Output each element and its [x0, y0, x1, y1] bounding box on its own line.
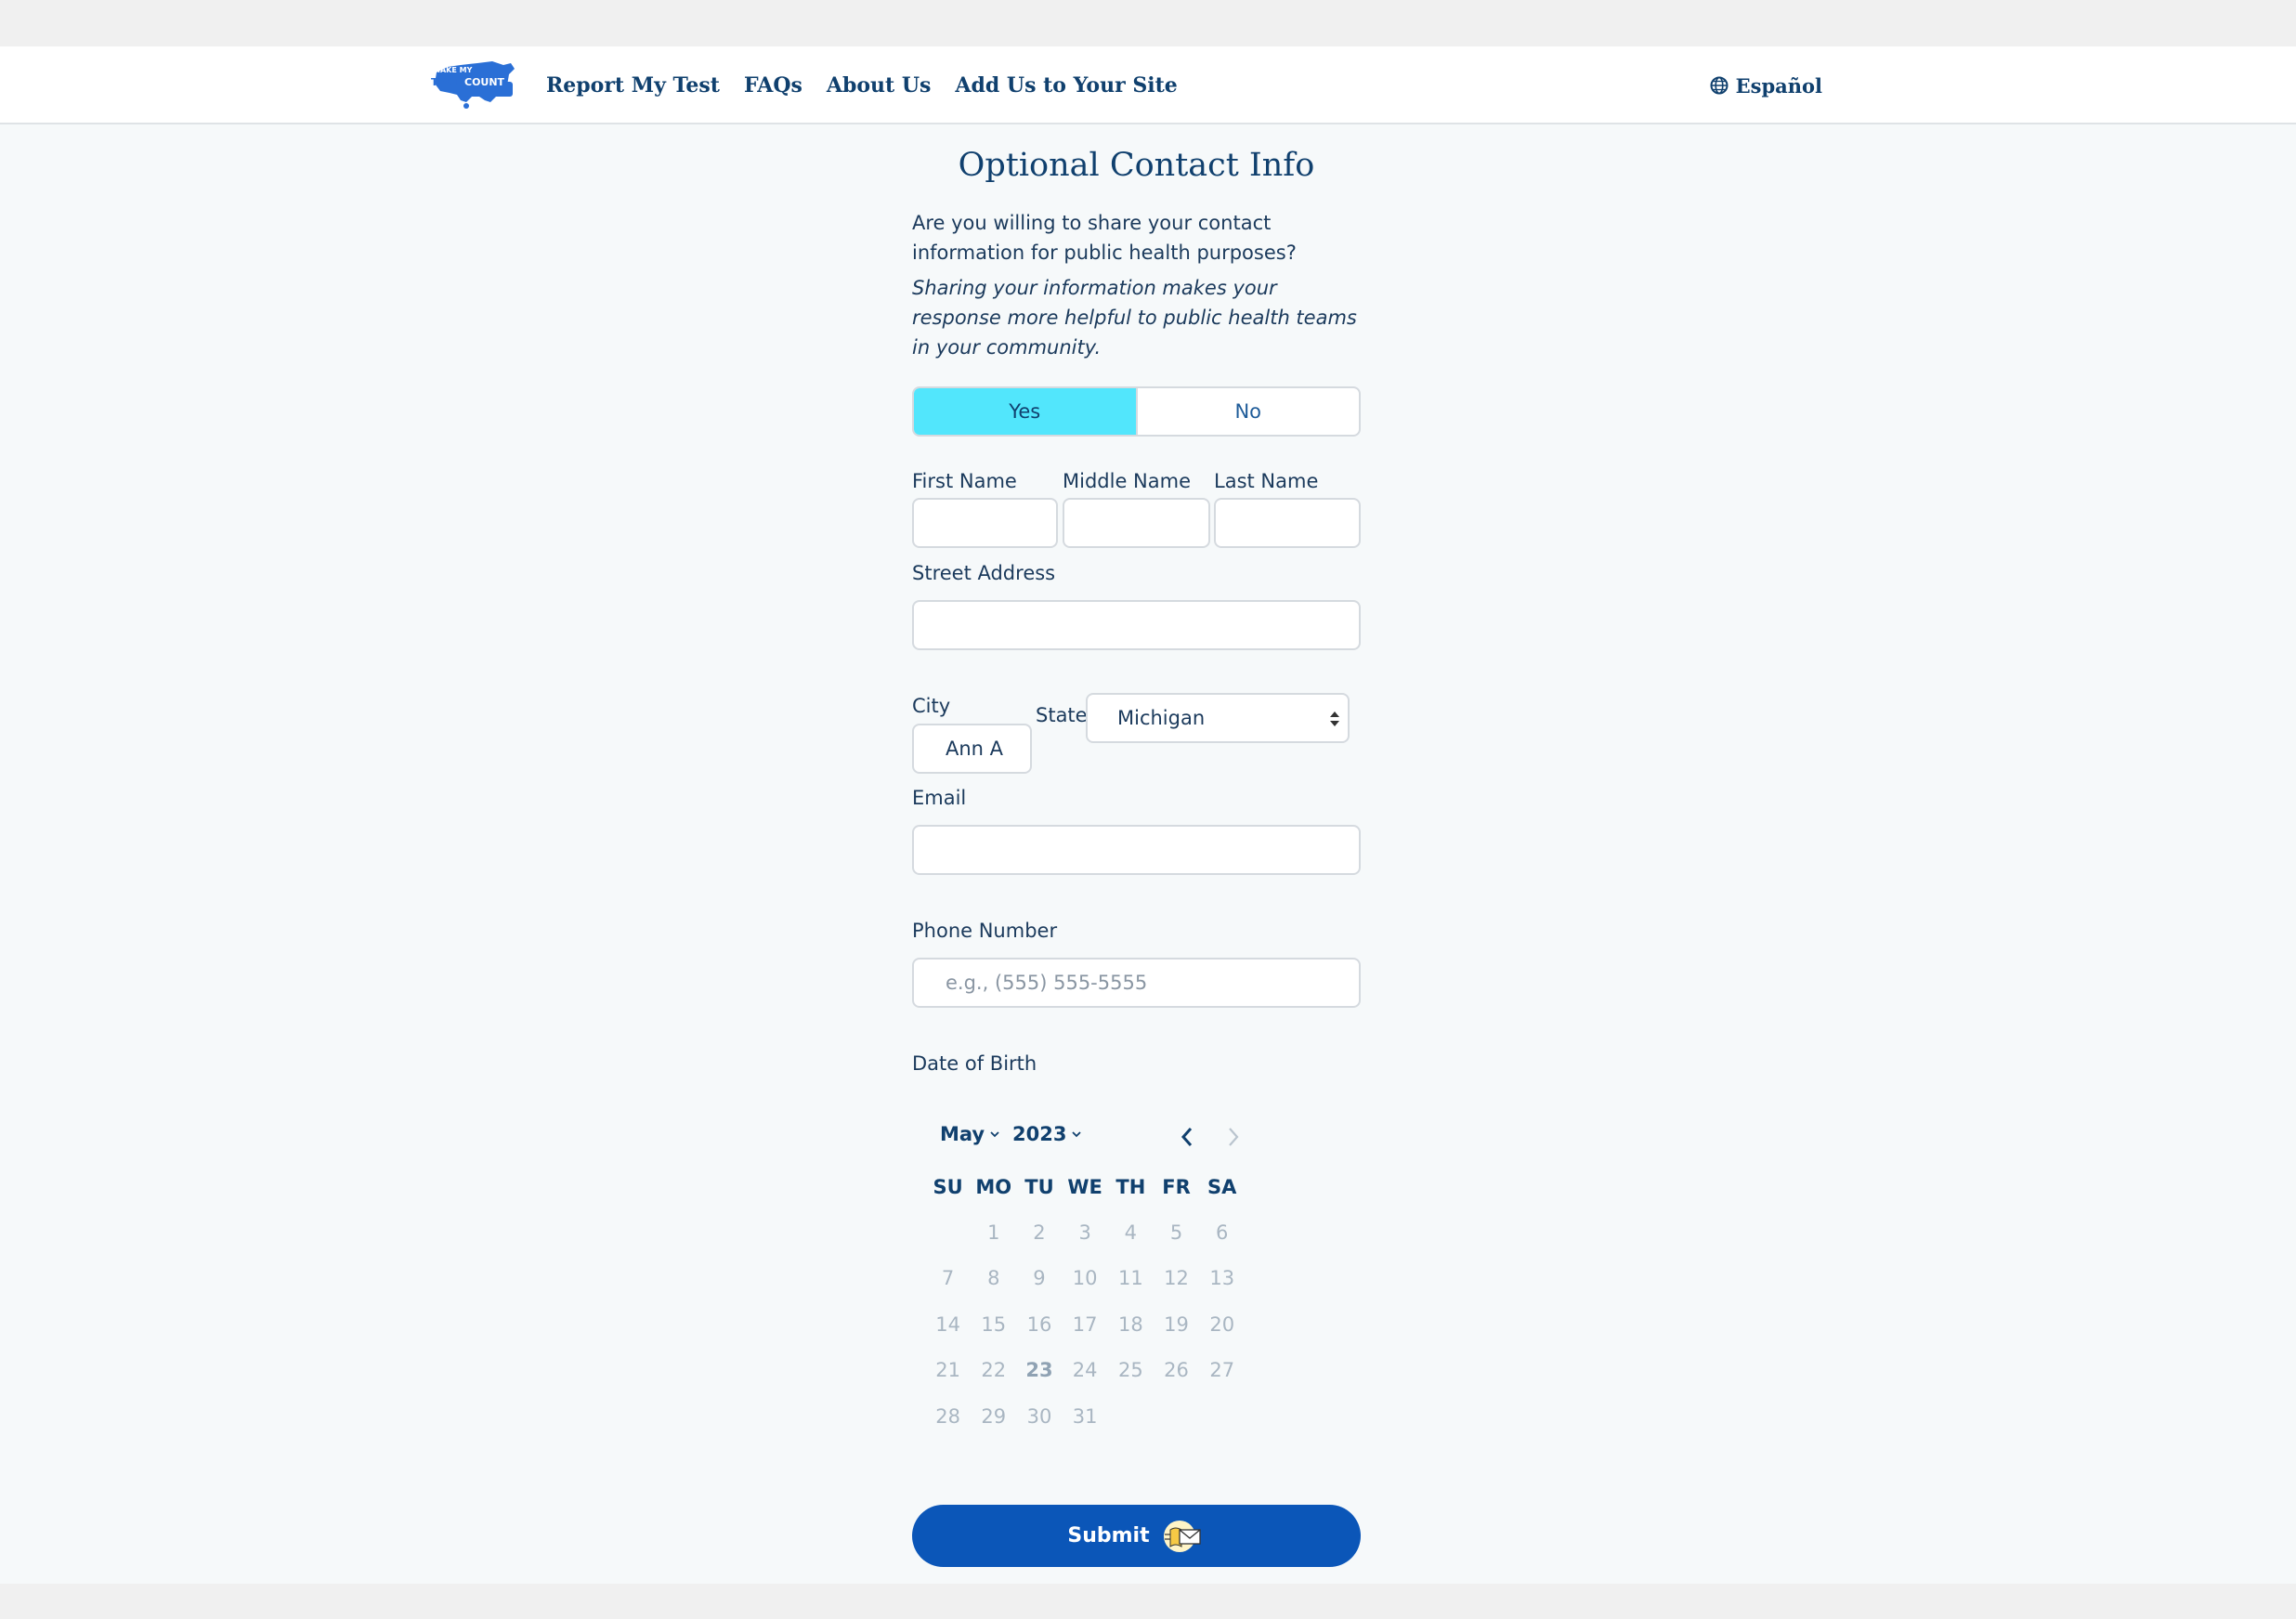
calendar-day[interactable]: 3 — [1063, 1221, 1108, 1244]
share-yes-option[interactable]: Yes — [914, 388, 1138, 435]
calendar-day[interactable]: 18 — [1108, 1313, 1154, 1336]
weekday-label: TH — [1115, 1175, 1146, 1198]
submit-label: Submit — [1067, 1524, 1150, 1547]
calendar-week: 1 2 3 4 5 6 — [925, 1209, 1250, 1255]
city-field[interactable]: Ann A — [912, 724, 1032, 774]
calendar-day-today[interactable]: 23 — [1016, 1359, 1062, 1381]
page-title: Optional Contact Info — [958, 147, 1315, 184]
weekday-row: SU MO TU WE TH FR SA — [925, 1164, 1250, 1209]
year-dropdown[interactable]: 2023 — [1012, 1123, 1082, 1145]
first-name-field[interactable] — [912, 498, 1058, 548]
calendar-day[interactable]: 17 — [1063, 1313, 1108, 1336]
share-question: Are you willing to share your contact in… — [912, 212, 1297, 264]
state-select[interactable]: Michigan — [1086, 693, 1350, 743]
calendar-day[interactable]: 20 — [1199, 1313, 1245, 1336]
calendar-header: May 2023 — [940, 1123, 1256, 1160]
calendar-week: 21 22 23 24 25 26 27 — [925, 1348, 1250, 1393]
svg-text:MAKE MY: MAKE MY — [433, 66, 473, 74]
phone-label: Phone Number — [912, 920, 1058, 942]
calendar-day[interactable]: 26 — [1154, 1359, 1199, 1381]
month-dropdown[interactable]: May — [940, 1123, 999, 1145]
share-toggle: Yes No — [912, 386, 1361, 437]
phone-field[interactable]: e.g., (555) 555-5555 — [912, 958, 1361, 1008]
previous-month-icon[interactable] — [1176, 1123, 1198, 1151]
nav-add-us-to-your-site[interactable]: Add Us to Your Site — [955, 73, 1177, 98]
weekday-label: SU — [933, 1175, 963, 1198]
calendar-day[interactable]: 27 — [1199, 1359, 1245, 1381]
calendar-day[interactable]: 22 — [971, 1359, 1016, 1381]
share-no-option[interactable]: No — [1138, 388, 1360, 435]
calendar-day[interactable]: 19 — [1154, 1313, 1199, 1336]
first-name-label: First Name — [912, 470, 1017, 492]
mail-hand-icon — [1163, 1520, 1201, 1552]
calendar-grid: SU MO TU WE TH FR SA 1 2 3 4 5 6 7 8 9 1… — [925, 1164, 1250, 1439]
chevron-down-icon — [990, 1130, 999, 1137]
make-my-test-count-logo[interactable]: MAKE MY TEST COUNT — [429, 59, 518, 111]
last-name-field[interactable] — [1214, 498, 1361, 548]
weekday-label: MO — [975, 1175, 1012, 1198]
top-navbar: MAKE MY TEST COUNT Report My Test FAQs A… — [0, 46, 2296, 124]
chevron-down-icon — [1072, 1130, 1082, 1137]
dob-label: Date of Birth — [912, 1052, 1037, 1075]
middle-name-label: Middle Name — [1063, 470, 1191, 492]
calendar-day[interactable]: 11 — [1108, 1267, 1154, 1289]
calendar-week: 7 8 9 10 11 12 13 — [925, 1256, 1250, 1301]
calendar-day[interactable]: 8 — [971, 1267, 1016, 1289]
language-label: Español — [1735, 73, 1822, 98]
nav-report-my-test[interactable]: Report My Test — [546, 73, 720, 98]
city-label: City — [912, 695, 951, 717]
weekday-label: FR — [1162, 1175, 1191, 1198]
calendar-day[interactable]: 15 — [971, 1313, 1016, 1336]
weekday-label: TU — [1024, 1175, 1054, 1198]
calendar-day[interactable]: 30 — [1016, 1405, 1062, 1428]
calendar-day[interactable]: 31 — [1063, 1405, 1108, 1428]
nav-faqs[interactable]: FAQs — [744, 73, 802, 98]
browser-top-strip — [0, 0, 2296, 46]
calendar-week: 14 15 16 17 18 19 20 — [925, 1301, 1250, 1347]
calendar-day[interactable]: 7 — [925, 1267, 971, 1289]
calendar-day[interactable]: 10 — [1063, 1267, 1108, 1289]
calendar-day[interactable]: 9 — [1016, 1267, 1062, 1289]
middle-name-field[interactable] — [1063, 498, 1210, 548]
svg-text:TEST: TEST — [431, 76, 460, 88]
main-content: Optional Contact Info Are you willing to… — [0, 124, 2296, 1584]
calendar-day[interactable]: 12 — [1154, 1267, 1199, 1289]
calendar-day[interactable]: 21 — [925, 1359, 971, 1381]
state-label: State — [1036, 704, 1088, 726]
globe-icon — [1710, 76, 1729, 95]
calendar-day[interactable]: 13 — [1199, 1267, 1245, 1289]
calendar-day[interactable]: 6 — [1199, 1221, 1245, 1244]
street-address-field[interactable] — [912, 600, 1361, 650]
email-label: Email — [912, 787, 967, 809]
calendar-day[interactable]: 5 — [1154, 1221, 1199, 1244]
nav-about-us[interactable]: About Us — [827, 73, 932, 98]
calendar-day[interactable]: 1 — [971, 1221, 1016, 1244]
browser-bottom-strip — [0, 1584, 2296, 1619]
calendar-day[interactable]: 29 — [971, 1405, 1016, 1428]
calendar-day[interactable]: 4 — [1108, 1221, 1154, 1244]
weekday-label: SA — [1207, 1175, 1237, 1198]
calendar-day[interactable]: 28 — [925, 1405, 971, 1428]
language-switcher[interactable]: Español — [1710, 46, 1822, 124]
last-name-label: Last Name — [1214, 470, 1319, 492]
weekday-label: WE — [1067, 1175, 1102, 1198]
street-address-label: Street Address — [912, 562, 1056, 584]
state-selected-value: Michigan — [1117, 707, 1206, 729]
calendar-day[interactable]: 2 — [1016, 1221, 1062, 1244]
svg-text:COUNT: COUNT — [464, 76, 505, 88]
next-month-icon[interactable] — [1222, 1123, 1245, 1151]
calendar-week: 28 29 30 31 — [925, 1393, 1250, 1439]
email-field[interactable] — [912, 825, 1361, 875]
calendar-day[interactable]: 14 — [925, 1313, 971, 1336]
calendar-day[interactable]: 25 — [1108, 1359, 1154, 1381]
submit-button[interactable]: Submit — [912, 1505, 1361, 1567]
share-hint: Sharing your information makes your resp… — [912, 277, 1357, 359]
select-arrows-icon — [1330, 712, 1339, 726]
main-nav: Report My Test FAQs About Us Add Us to Y… — [546, 46, 1178, 124]
calendar-day[interactable]: 24 — [1063, 1359, 1108, 1381]
calendar-day[interactable]: 16 — [1016, 1313, 1062, 1336]
